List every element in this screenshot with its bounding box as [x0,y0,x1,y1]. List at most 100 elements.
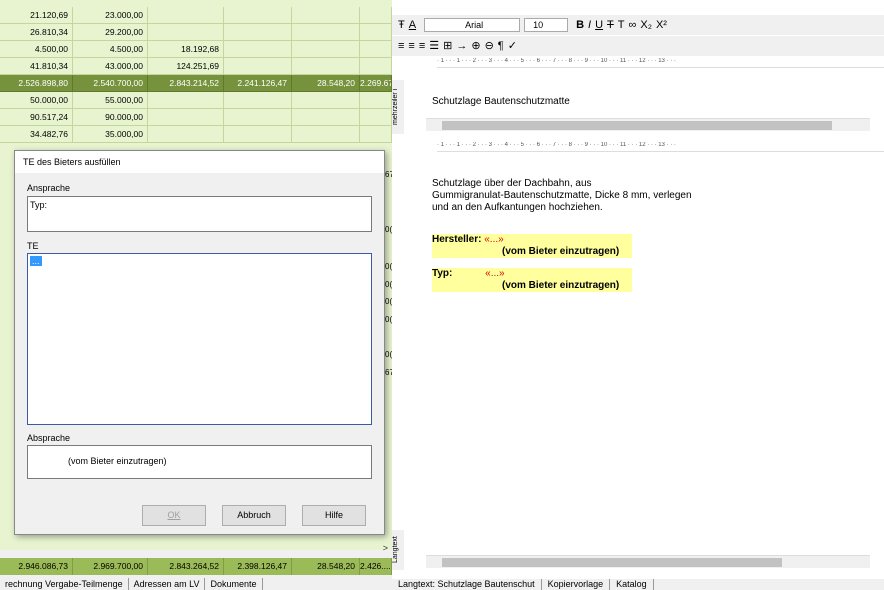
table-cell[interactable] [148,109,224,126]
editor-tab[interactable]: Katalog [610,579,654,590]
table-cell[interactable]: 34.482,76 [0,126,73,143]
absprache-field[interactable]: (vom Bieter einzutragen) [27,445,372,479]
table-cell[interactable] [224,126,292,143]
table-cell[interactable] [148,24,224,41]
editor-tab[interactable]: Kopiervorlage [542,579,611,590]
table-cell[interactable] [360,41,392,58]
font-style-icon[interactable]: Ŧ [398,18,405,32]
font-name-select[interactable]: Arial [424,18,521,32]
table-cell[interactable] [224,58,292,75]
font-color-icon[interactable]: A [409,18,416,32]
te-field[interactable]: ... [27,253,372,425]
table-cell[interactable] [224,7,292,24]
table-cell[interactable]: 18.192,68 [148,41,224,58]
table-cell[interactable] [360,7,392,24]
table-cell[interactable]: 43.000,00 [73,58,148,75]
table-cell[interactable] [148,7,224,24]
link-icon[interactable]: ∞ [629,18,637,32]
table-cell[interactable] [292,126,360,143]
superscript-icon[interactable]: X² [656,18,667,32]
table-row[interactable]: 90.517,24 90.000,00 [0,109,392,126]
tab-icon[interactable]: → [456,39,467,53]
text-icon[interactable]: T [618,18,625,32]
ansprache-field[interactable]: Typ: [27,196,372,232]
strikethrough-icon[interactable]: T [607,18,614,32]
bottom-tab[interactable]: rechnung Vergabe-Teilmenge [0,578,129,590]
table-cell[interactable] [292,58,360,75]
table-cell[interactable]: 2.843.214,52 [148,75,224,92]
table-cell[interactable]: 35.000,00 [73,126,148,143]
table-cell[interactable]: 90.000,00 [73,109,148,126]
table-cell[interactable] [360,92,392,109]
table-cell[interactable] [292,92,360,109]
list-icon[interactable]: ☰ [429,39,439,53]
table-cell[interactable]: 41.810,34 [0,58,73,75]
table-cell[interactable]: 2.540.700,00 [73,75,148,92]
bold-icon[interactable]: B [576,18,584,32]
table-cell[interactable]: 2.241.126,47 [224,75,292,92]
table-cell[interactable] [292,41,360,58]
table-cell[interactable]: 4.500,00 [0,41,73,58]
table-cell[interactable] [224,109,292,126]
table-row[interactable]: 34.482,76 35.000,00 [0,126,392,143]
table-row[interactable]: 4.500,00 4.500,00 18.192,68 [0,41,392,58]
bottom-tab[interactable]: Adressen am LV [129,578,206,590]
table-cell[interactable]: 21.120,69 [0,7,73,24]
italic-icon[interactable]: I [588,18,591,32]
table-cell[interactable]: 4.500,00 [73,41,148,58]
cancel-button[interactable]: Abbruch [222,505,286,526]
font-size-select[interactable]: 10 [524,18,569,32]
table-cell[interactable] [292,109,360,126]
help-button[interactable]: Hilfe [302,505,366,526]
mehrzeiler-tab[interactable]: mehrzeiler i [392,80,404,134]
table-cell[interactable]: 28.548,20 [292,75,360,92]
table-cell[interactable]: 90.517,24 [0,109,73,126]
table-cell[interactable] [360,58,392,75]
zoom-out-icon[interactable]: ⊖ [485,39,494,53]
table-row[interactable]: 21.120,69 23.000,00 [0,7,392,24]
table-cell[interactable]: 29.200,00 [73,24,148,41]
table-cell[interactable]: 124.251,69 [148,58,224,75]
scroll-thumb[interactable] [442,121,832,130]
zoom-in-icon[interactable]: ⊕ [471,39,480,53]
spellcheck-icon[interactable]: ✓ [508,39,517,53]
align-left-icon[interactable]: ≡ [398,39,404,53]
table-cell[interactable] [224,41,292,58]
table-row[interactable]: 26.810,34 29.200,00 [0,24,392,41]
table-cell[interactable]: 2.526.898,80 [0,75,73,92]
table-cell[interactable]: 55.000,00 [73,92,148,109]
table-row[interactable]: 2.526.898,80 2.540.700,00 2.843.214,52 2.24… [0,75,392,92]
bottom-tab[interactable]: Dokumente [205,578,263,590]
table-cell[interactable] [360,126,392,143]
table-cell[interactable]: 50.000,00 [0,92,73,109]
langtext-body[interactable]: Schutzlage über der Dachbahn, aus Gummig… [432,178,752,292]
table-cell[interactable] [292,7,360,24]
short-text-scrollbar[interactable] [426,118,870,131]
table-row[interactable]: 50.000,00 55.000,00 [0,92,392,109]
editor-tab[interactable]: Langtext: Schutzlage Bautenschut [392,579,542,590]
table-row[interactable]: 41.810,34 43.000,00 124.251,69 [0,58,392,75]
align-center-icon[interactable]: ≡ [408,39,414,53]
scroll-thumb[interactable] [442,558,782,567]
langtext-tab[interactable]: Langtext [392,530,404,570]
table-cell[interactable] [360,109,392,126]
table-cell[interactable]: 2.269.67 [360,75,392,92]
paragraph-icon[interactable]: ¶ [498,39,504,53]
underline-icon[interactable]: U [595,18,603,32]
table-icon[interactable]: ⊞ [443,39,452,53]
table-cell[interactable] [148,92,224,109]
table-cell[interactable] [224,24,292,41]
ok-button[interactable]: OK [142,505,206,526]
table-cell[interactable] [292,24,360,41]
table-cell[interactable] [148,126,224,143]
table-cell[interactable]: 26.810,34 [0,24,73,41]
table-cell[interactable] [224,92,292,109]
short-text[interactable]: Schutzlage Bautenschutzmatte [432,96,570,107]
table-cell[interactable]: 23.000,00 [73,7,148,24]
langtext-scrollbar[interactable] [426,555,870,568]
table-cell[interactable] [360,24,392,41]
scroll-right-icon[interactable]: > [383,543,388,553]
typ-note: (vom Bieter einzutragen) [432,280,632,292]
subscript-icon[interactable]: X₂ [640,18,652,32]
align-right-icon[interactable]: ≡ [419,39,425,53]
